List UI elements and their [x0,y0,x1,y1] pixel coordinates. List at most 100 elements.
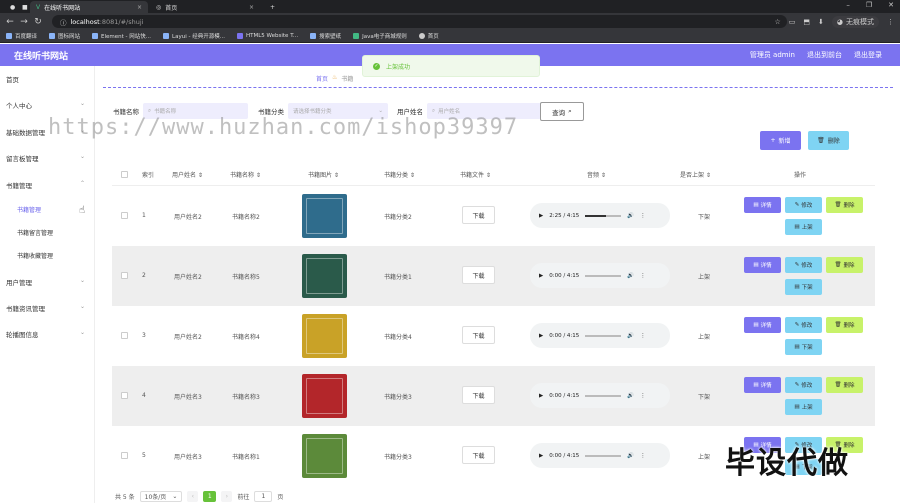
delete-button[interactable]: 🗑 删除 [826,257,863,273]
download-button[interactable]: 下载 [462,446,495,464]
book-cover-image[interactable] [302,314,347,358]
delete-button[interactable]: 🗑 删除 [826,377,863,393]
sidebar-item-users[interactable]: 用户管理 [6,277,32,287]
audio-player[interactable]: ▶ 0:00 / 4:15 🔊 ⋮ [530,383,670,408]
extensions-icon[interactable]: ⬒ [803,18,810,26]
col-user[interactable]: 用户姓名 ⇕ [172,170,203,179]
exit-front-link[interactable]: 退出到前台 [807,50,842,60]
more-icon[interactable]: ⋮ [640,213,646,219]
detail-button[interactable]: ▤ 详情 [744,317,781,333]
audio-player[interactable]: ▶ 0:00 / 4:15 🔊 ⋮ [530,263,670,288]
page-number-current[interactable]: 1 [203,491,217,502]
select-all-checkbox[interactable] [121,171,128,178]
download-button[interactable]: 下载 [462,326,495,344]
delete-button[interactable]: 🗑 删除 [826,317,863,333]
sidebar-item-news[interactable]: 书籍资讯管理 [6,303,45,313]
sidebar-item-book-manage[interactable]: 书籍管理 [17,205,41,214]
menu-icon[interactable]: ⋮ [887,18,894,26]
more-icon[interactable]: ⋮ [640,333,646,339]
edit-button[interactable]: ✎ 修改 [785,317,822,333]
green-tab-icon[interactable]: ■ [16,1,28,13]
next-page-button[interactable]: › [221,491,233,502]
restore-icon[interactable]: ❐ [866,1,872,9]
profile-button[interactable]: ◕ 无痕模式 [831,16,879,28]
row-checkbox[interactable] [121,272,128,279]
play-icon[interactable]: ▶ [539,453,543,459]
minimize-icon[interactable]: – [846,1,850,9]
volume-icon[interactable]: 🔊 [627,393,634,399]
col-book-name[interactable]: 书籍名称 ⇕ [230,170,261,179]
edit-button[interactable]: ✎ 修改 [785,377,822,393]
bookmark-item[interactable]: Java电子商城规则 [353,32,407,40]
download-icon[interactable]: ⬇ [818,18,824,26]
close-icon[interactable]: × [137,4,142,11]
more-icon[interactable]: ⋮ [640,453,646,459]
edit-button[interactable]: ✎ 修改 [785,197,822,213]
shelf-toggle-button[interactable]: ▤ 下架 [785,339,822,355]
download-button[interactable]: 下载 [462,266,495,284]
volume-icon[interactable]: 🔊 [627,333,634,339]
audio-progress[interactable] [585,214,622,217]
bookmark-item[interactable]: Layui - 经典开源模... [163,32,225,40]
col-file[interactable]: 书籍文件 ⇕ [460,170,491,179]
sidebar-item-book-comments[interactable]: 书籍留言管理 [17,228,53,237]
delete-button[interactable]: 🗑 删除 [826,197,863,213]
bookmark-item[interactable]: 搜索壁纸 [310,32,341,40]
detail-button[interactable]: ▤ 详情 [744,257,781,273]
sidebar-item-profile[interactable]: 个人中心 [6,100,32,110]
reload-icon[interactable]: ↻ [31,17,45,27]
more-icon[interactable]: ⋮ [640,393,646,399]
page-size-select[interactable]: 10条/页 ⌄ [139,491,183,502]
audio-progress[interactable] [585,274,622,277]
book-cover-image[interactable] [302,374,347,418]
play-icon[interactable]: ▶ [539,213,543,219]
more-icon[interactable]: ⋮ [640,273,646,279]
sidebar-icon[interactable]: ▭ [789,18,796,26]
star-icon[interactable]: ☆ [774,18,780,26]
goto-page-input[interactable]: 1 [254,491,273,502]
sidebar-item-books[interactable]: 书籍管理 [6,180,32,190]
audio-progress[interactable] [585,334,622,337]
row-checkbox[interactable] [121,212,128,219]
col-shelf[interactable]: 是否上架 ⇕ [680,170,711,179]
volume-icon[interactable]: 🔊 [627,273,634,279]
play-icon[interactable]: ▶ [539,393,543,399]
back-icon[interactable]: ← [3,17,17,27]
sidebar-item-carousel[interactable]: 轮播图信息 [6,329,39,339]
shelf-toggle-button[interactable]: ▤ 上架 [785,399,822,415]
book-cover-image[interactable] [302,194,347,238]
bookmark-item[interactable]: 图标网站 [49,32,80,40]
col-category[interactable]: 书籍分类 ⇕ [384,170,415,179]
close-window-icon[interactable]: ✕ [888,1,894,9]
row-checkbox[interactable] [121,332,128,339]
detail-button[interactable]: ▤ 详情 [744,377,781,393]
bookmark-item[interactable]: Element - 网站快... [92,32,151,40]
prev-page-button[interactable]: ‹ [187,491,199,502]
volume-icon[interactable]: 🔊 [627,213,634,219]
volume-icon[interactable]: 🔊 [627,453,634,459]
tab-active[interactable]: V 在线听书网站 × [30,1,148,13]
bookmark-item[interactable]: 首页 [418,32,439,40]
bookmark-item[interactable]: HTML5 Website T... [236,33,298,39]
book-cover-image[interactable] [302,254,347,298]
new-tab-button[interactable]: + [264,1,281,13]
close-icon[interactable]: × [249,4,254,11]
shelf-toggle-button[interactable]: ▤ 下架 [785,279,822,295]
audio-player[interactable]: ▶ 2:25 / 4:15 🔊 ⋮ [530,203,670,228]
book-cover-image[interactable] [302,434,347,478]
sidebar-item-messages[interactable]: 留言板管理 [6,153,39,163]
download-button[interactable]: 下载 [462,386,495,404]
shelf-toggle-button[interactable]: ▤ 上架 [785,219,822,235]
audio-player[interactable]: ▶ 0:00 / 4:15 🔊 ⋮ [530,323,670,348]
audio-progress[interactable] [585,454,622,457]
audio-player[interactable]: ▶ 0:00 / 4:15 🔊 ⋮ [530,443,670,468]
bookmark-item[interactable]: 百度翻译 [6,32,37,40]
tab-home[interactable]: ◎ 首页 × [150,1,260,13]
add-button[interactable]: + 新增 [760,131,801,150]
audio-progress[interactable] [585,394,622,397]
sidebar-item-book-favorites[interactable]: 书籍收藏管理 [17,251,53,260]
col-audio[interactable]: 音频 ⇕ [587,170,606,179]
edit-button[interactable]: ✎ 修改 [785,257,822,273]
row-checkbox[interactable] [121,452,128,459]
col-book-image[interactable]: 书籍图片 ⇕ [308,170,339,179]
